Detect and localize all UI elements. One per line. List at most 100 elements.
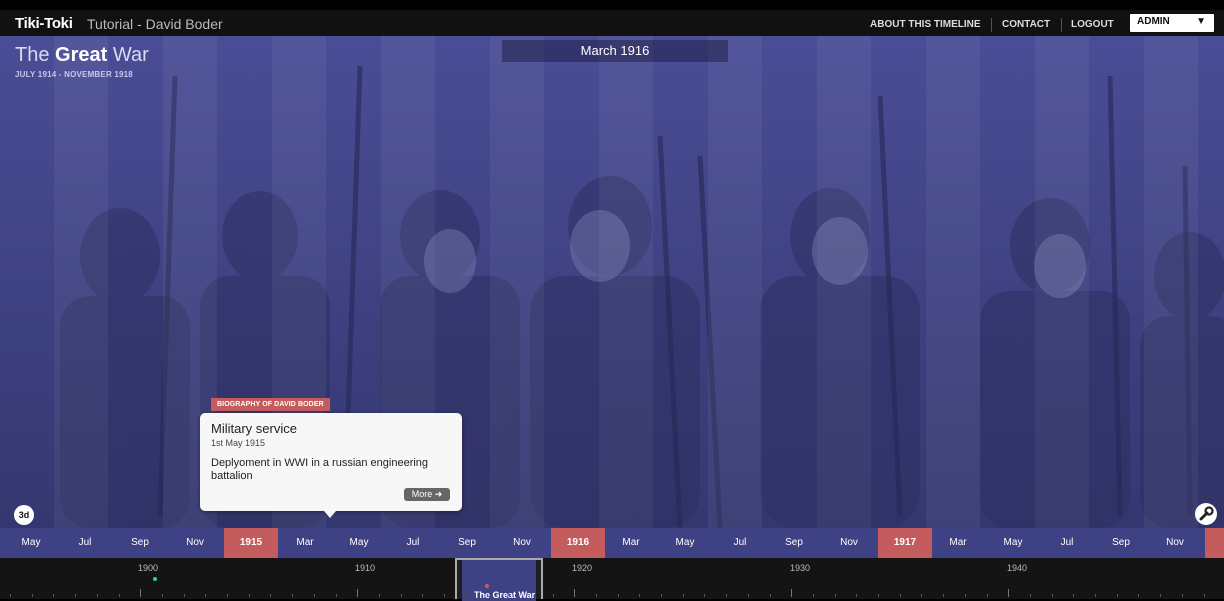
- month-label: May: [1003, 537, 1023, 548]
- navigator-tick: [1073, 594, 1074, 597]
- month-label: Mar: [949, 537, 967, 548]
- nav-divider: [1061, 18, 1062, 32]
- navigator-tick: [336, 594, 337, 597]
- timeline-name: Tutorial - David Boder: [87, 16, 223, 32]
- navigator-tick: [53, 594, 54, 597]
- navigator-tick: [704, 594, 705, 597]
- month-label: Jul: [78, 537, 92, 548]
- navigator-tick: [10, 594, 11, 597]
- month-stripe: [926, 36, 980, 528]
- month-label: Jul: [733, 537, 747, 548]
- navigator-tick: [791, 589, 792, 597]
- navigator-tick: [249, 594, 250, 597]
- navigator-tick: [987, 594, 988, 597]
- wrench-icon: [1199, 506, 1214, 521]
- month-label: Nov: [1166, 537, 1184, 548]
- title-word: War: [112, 44, 149, 66]
- navigator-tick: [921, 594, 922, 597]
- navigator-tick: [1117, 594, 1118, 597]
- navigator-tick: [292, 594, 293, 597]
- event-marker-dot[interactable]: [485, 584, 489, 588]
- navigator-tick: [119, 594, 120, 597]
- event-marker-dot[interactable]: [153, 577, 157, 581]
- navigator-tick: [140, 589, 141, 597]
- navigator-tick: [553, 594, 554, 597]
- navigator-tick: [748, 594, 749, 597]
- more-button[interactable]: More ➜: [404, 488, 450, 501]
- month-stripe: [1035, 36, 1089, 528]
- month-stripe: [490, 36, 544, 528]
- month-stripe: [708, 36, 762, 528]
- navigator-year: 1920: [572, 563, 593, 573]
- month-label: Mar: [296, 537, 314, 548]
- timeline-dates: JULY 1914 - NOVEMBER 1918: [15, 70, 133, 79]
- month-stripe: [599, 36, 653, 528]
- navigator-tick: [314, 594, 315, 597]
- navigator-tick: [835, 594, 836, 597]
- month-label: May: [21, 537, 41, 548]
- navigator-tick: [596, 594, 597, 597]
- navigator-tick: [1204, 594, 1205, 597]
- navigator-tick: [639, 594, 640, 597]
- story-title: Military service: [211, 421, 297, 436]
- year-marker-partial: [1205, 528, 1224, 558]
- navigator-tick: [726, 594, 727, 597]
- top-bar: Tiki-Toki Tutorial - David Boder ABOUT T…: [0, 10, 1224, 36]
- contact-link[interactable]: CONTACT: [1002, 19, 1050, 30]
- navigator-tick: [965, 594, 966, 597]
- navigator-tick: [444, 594, 445, 597]
- month-label: Nov: [513, 537, 531, 548]
- title-word-bold: Great: [55, 44, 108, 66]
- navigator-tick: [227, 594, 228, 597]
- navigator-year: 1900: [138, 563, 159, 573]
- month-scale[interactable]: May Jul Sep Nov 1915 Mar May Jul Sep Nov…: [0, 528, 1224, 558]
- view-3d-button[interactable]: 3d: [14, 505, 34, 525]
- navigator-window[interactable]: The Great War: [455, 558, 543, 601]
- about-link[interactable]: ABOUT THIS TIMELINE: [870, 19, 981, 30]
- nav-divider: [991, 18, 992, 32]
- navigator-tick: [162, 594, 163, 597]
- navigator-tick: [531, 594, 532, 597]
- month-label: Jul: [1060, 537, 1074, 548]
- navigator-tick: [466, 594, 467, 597]
- logout-link[interactable]: LOGOUT: [1071, 19, 1114, 30]
- month-label: Nov: [186, 537, 204, 548]
- navigator-tick: [1008, 589, 1009, 597]
- month-label: May: [349, 537, 369, 548]
- navigator-tick: [770, 594, 771, 597]
- navigator-year: 1940: [1007, 563, 1028, 573]
- month-label: Sep: [131, 537, 149, 548]
- navigator-tick: [422, 594, 423, 597]
- navigator-tick: [205, 594, 206, 597]
- month-label: Sep: [785, 537, 803, 548]
- chevron-down-icon: ▼: [1196, 16, 1206, 27]
- brand-logo[interactable]: Tiki-Toki: [15, 15, 73, 32]
- story-category-tag: BIOGRAPHY OF DAVID BODER: [211, 398, 330, 411]
- navigator-window-fill: The Great War: [462, 560, 536, 601]
- navigator-tick: [900, 594, 901, 597]
- month-label: Nov: [840, 537, 858, 548]
- navigator-tick: [487, 594, 488, 597]
- navigator-tick: [618, 594, 619, 597]
- navigator-tick: [1182, 594, 1183, 597]
- navigator-year: 1910: [355, 563, 376, 573]
- timeline-stage[interactable]: The Great War JULY 1914 - NOVEMBER 1918 …: [0, 36, 1224, 528]
- navigator-tick: [75, 594, 76, 597]
- month-label: Mar: [622, 537, 640, 548]
- navigator-tick: [184, 594, 185, 597]
- year-marker[interactable]: 1916: [551, 528, 605, 558]
- story-body: Deplyoment in WWI in a russian engineeri…: [211, 457, 429, 482]
- month-stripe: [54, 36, 108, 528]
- navigator-tick: [878, 594, 879, 597]
- settings-button[interactable]: [1195, 503, 1217, 525]
- timeline-title-block: The Great War JULY 1914 - NOVEMBER 1918: [15, 44, 149, 79]
- year-marker[interactable]: 1915: [224, 528, 278, 558]
- navigator-tick: [379, 594, 380, 597]
- navigator-tick: [357, 589, 358, 597]
- year-marker[interactable]: 1917: [878, 528, 932, 558]
- timeline-navigator[interactable]: 1900 1910 1920 1930 1940 The Great War: [0, 558, 1224, 601]
- story-card[interactable]: Military service 1st May 1915 Deplyoment…: [200, 413, 462, 518]
- account-dropdown[interactable]: ADMIN ▼: [1130, 14, 1214, 32]
- timeline-title: The Great War: [15, 44, 149, 67]
- navigator-tick: [813, 594, 814, 597]
